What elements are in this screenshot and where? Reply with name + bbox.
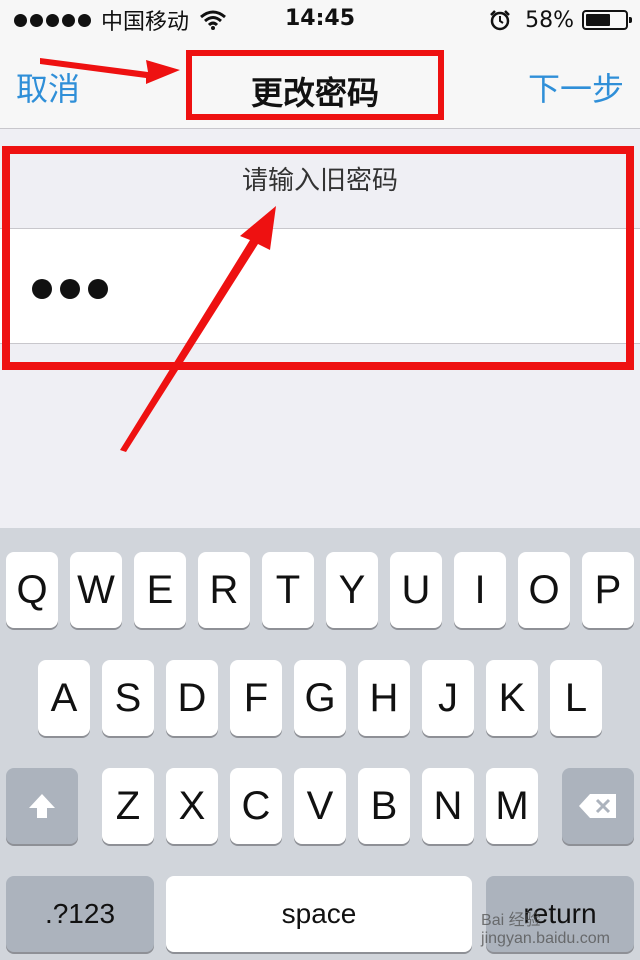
shift-key[interactable] — [6, 768, 78, 844]
next-step-button[interactable]: 下一步 — [528, 64, 624, 110]
numbers-key[interactable]: .?123 — [6, 876, 154, 952]
key-o[interactable]: O — [518, 552, 570, 628]
key-k[interactable]: K — [486, 660, 538, 736]
status-bar: 中国移动 14:45 58% — [0, 0, 640, 40]
space-key-label: space — [281, 898, 357, 929]
key-w[interactable]: W — [70, 552, 122, 628]
battery-percent: 58% — [525, 7, 574, 33]
watermark-brand: Bai 经验 — [481, 912, 541, 929]
watermark-url: jingyan.baidu.com — [481, 930, 610, 947]
page-title: 更改密码 — [250, 74, 379, 112]
key-c[interactable]: C — [230, 768, 282, 844]
key-v[interactable]: V — [294, 768, 346, 844]
key-z[interactable]: Z — [102, 768, 154, 844]
nav-bar: 取消 更改密码 下一步 — [0, 40, 640, 129]
alarm-icon — [490, 10, 510, 31]
key-p[interactable]: P — [582, 552, 634, 628]
key-e[interactable]: E — [134, 552, 186, 628]
key-m[interactable]: M — [486, 768, 538, 844]
key-l[interactable]: L — [550, 660, 602, 736]
status-right: 58% — [489, 6, 632, 34]
key-d[interactable]: D — [166, 660, 218, 736]
key-h[interactable]: H — [358, 660, 410, 736]
key-g[interactable]: G — [294, 660, 346, 736]
title-highlight-box: 更改密码 — [186, 50, 444, 120]
old-password-field[interactable] — [0, 228, 640, 344]
cancel-button[interactable]: 取消 — [16, 64, 80, 110]
key-r[interactable]: R — [198, 552, 250, 628]
space-key[interactable]: space — [166, 876, 472, 952]
key-u[interactable]: U — [390, 552, 442, 628]
key-j[interactable]: J — [422, 660, 474, 736]
old-password-prompt: 请输入旧密码 — [241, 166, 398, 196]
password-masked-value — [32, 279, 108, 299]
key-x[interactable]: X — [166, 768, 218, 844]
key-a[interactable]: A — [38, 660, 90, 736]
delete-key[interactable] — [562, 768, 634, 844]
keyboard: .?123 space return Bai 经验 jingyan.baidu.… — [0, 528, 640, 960]
key-t[interactable]: T — [262, 552, 314, 628]
key-b[interactable]: B — [358, 768, 410, 844]
key-f[interactable]: F — [230, 660, 282, 736]
shift-icon — [29, 794, 55, 818]
delete-icon — [579, 794, 616, 818]
key-s[interactable]: S — [102, 660, 154, 736]
battery-icon — [582, 10, 632, 30]
key-y[interactable]: Y — [326, 552, 378, 628]
key-q[interactable]: Q — [6, 552, 58, 628]
numbers-key-label: .?123 — [44, 898, 116, 929]
watermark: Bai 经验 jingyan.baidu.com — [481, 906, 610, 948]
key-i[interactable]: I — [454, 552, 506, 628]
key-n[interactable]: N — [422, 768, 474, 844]
